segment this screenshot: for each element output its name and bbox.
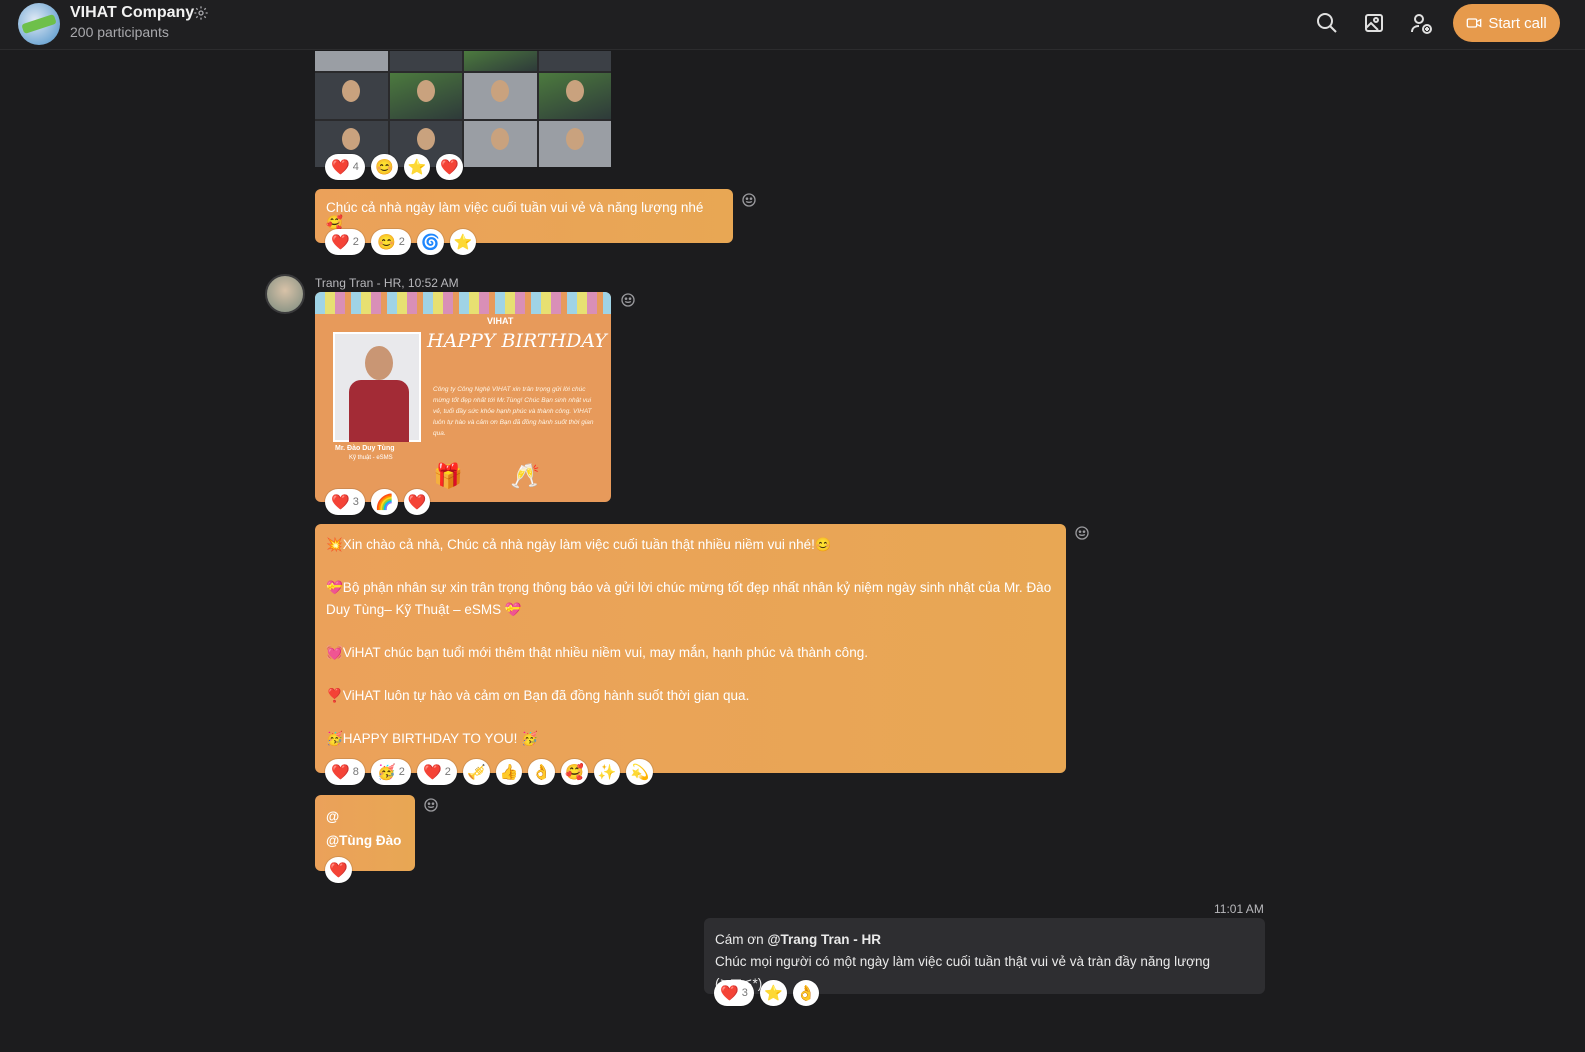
reaction-chip[interactable]: ❤️: [403, 489, 431, 515]
card-name: Mr. Đào Duy Tùng: [335, 445, 395, 452]
reaction-chip[interactable]: ⭐: [449, 229, 477, 255]
message-bubble[interactable]: 💥Xin chào cả nhà, Chúc cả nhà ngày làm v…: [315, 524, 1066, 773]
reaction-chip[interactable]: 🥰: [561, 759, 588, 785]
add-reaction-icon[interactable]: [620, 292, 636, 308]
reaction-row: ❤️ 3 🌈 ❤️: [325, 489, 431, 515]
reaction-chip[interactable]: ⭐: [403, 154, 431, 180]
reaction-chip[interactable]: ❤️ 2: [417, 759, 457, 785]
message-paragraph: 🥳HAPPY BIRTHDAY TO YOU! 🥳: [326, 731, 538, 746]
champagne-icon: 🥂: [510, 463, 540, 490]
reaction-chip[interactable]: 👌: [792, 980, 820, 1006]
video-camera-icon: [1466, 18, 1482, 28]
card-heading: HAPPY BIRTHDAY: [427, 330, 607, 352]
reaction-chip[interactable]: 👌: [528, 759, 556, 785]
reaction-chip[interactable]: ✨: [593, 759, 621, 785]
reaction-chip[interactable]: ❤️ 4: [325, 154, 365, 180]
add-reaction-icon[interactable]: [1074, 525, 1090, 541]
reaction-chip[interactable]: ❤️ 3: [325, 489, 365, 515]
message-timestamp: 11:01 AM: [1214, 902, 1264, 916]
add-reaction-icon[interactable]: [423, 797, 439, 813]
reaction-row: ❤️ 8 🥳 2 ❤️ 2 🎺 👍 👌 🥰 ✨ 💫: [325, 759, 654, 785]
reaction-chip[interactable]: 🌀: [417, 229, 444, 255]
avatar[interactable]: [265, 274, 305, 314]
gallery-icon[interactable]: [1362, 11, 1386, 35]
photo-frame: [333, 332, 421, 442]
reaction-chip[interactable]: ❤️: [436, 154, 464, 180]
message-paragraph: 💓ViHAT chúc bạn tuổi mới thêm thật nhiều…: [326, 645, 868, 660]
reaction-chip[interactable]: 😊: [371, 154, 398, 180]
message-prefix: Cám ơn: [715, 932, 768, 947]
message-paragraph: ❣️ViHAT luôn tự hào và cảm ơn Bạn đã đồn…: [326, 688, 750, 703]
start-call-button[interactable]: Start call: [1453, 4, 1560, 42]
sender-info: Trang Tran - HR, 10:52 AM: [315, 276, 459, 290]
message-paragraph: 💝Bộ phận nhân sự xin trân trọng thông bá…: [326, 580, 1052, 617]
reaction-chip[interactable]: ❤️ 2: [325, 229, 365, 255]
start-call-label: Start call: [1488, 14, 1547, 32]
reaction-chip[interactable]: ⭐: [760, 980, 787, 1006]
search-icon[interactable]: [1315, 11, 1339, 35]
mention-tag[interactable]: @Trang Tran - HR: [767, 932, 881, 947]
gift-icon: 🎁: [433, 463, 463, 490]
reaction-chip[interactable]: 🥳 2: [371, 759, 411, 785]
card-body: Công ty Công Nghệ VIHAT xin trân trọng g…: [433, 386, 594, 437]
reaction-row: ❤️ 4 😊 ⭐ ❤️: [325, 154, 464, 180]
chat-header: VIHAT Company 200 participants Start cal…: [0, 0, 1585, 50]
mention-line: @: [326, 809, 340, 824]
message-text: Chúc cả nhà ngày làm việc cuối tuần vui …: [326, 200, 704, 230]
message-list[interactable]: ❤️ 4 😊 ⭐ ❤️ Chúc cả nhà ngày làm việc cuố…: [0, 51, 1585, 1052]
shared-image-birthday-card[interactable]: VIHAT HAPPY BIRTHDAY Công ty Công Nghệ V…: [315, 292, 611, 502]
reaction-row: ❤️ 2 😊 2 🌀 ⭐: [325, 229, 477, 255]
shared-image-video-call[interactable]: [315, 51, 611, 167]
gear-icon[interactable]: [193, 5, 209, 21]
reaction-row: ❤️ 3 ⭐ 👌: [714, 980, 820, 1006]
message-paragraph: 💥Xin chào cả nhà, Chúc cả nhà ngày làm v…: [326, 537, 832, 552]
message-line: Cám ơn @Trang Tran - HR: [715, 929, 1254, 951]
reaction-chip[interactable]: 💫: [626, 759, 654, 785]
reaction-chip[interactable]: 🎺: [463, 759, 490, 785]
reaction-row: ❤️: [325, 857, 352, 883]
reaction-chip[interactable]: 👍: [495, 759, 523, 785]
reaction-chip[interactable]: 🌈: [371, 489, 398, 515]
reaction-chip[interactable]: ❤️ 3: [714, 980, 754, 1006]
card-brand: VIHAT: [487, 316, 514, 326]
reaction-chip[interactable]: ❤️ 8: [325, 759, 365, 785]
group-title[interactable]: VIHAT Company: [70, 4, 194, 22]
add-member-icon[interactable]: [1409, 11, 1433, 35]
reaction-chip[interactable]: ❤️: [325, 857, 352, 883]
bunting-decoration: [315, 292, 611, 314]
add-reaction-icon[interactable]: [741, 192, 757, 208]
reaction-chip[interactable]: 😊 2: [371, 229, 411, 255]
group-avatar[interactable]: [18, 3, 60, 45]
card-role: Kỹ thuật - eSMS: [349, 455, 393, 461]
mention-tag[interactable]: @Tùng Đào: [326, 829, 404, 853]
participant-count[interactable]: 200 participants: [70, 24, 169, 40]
